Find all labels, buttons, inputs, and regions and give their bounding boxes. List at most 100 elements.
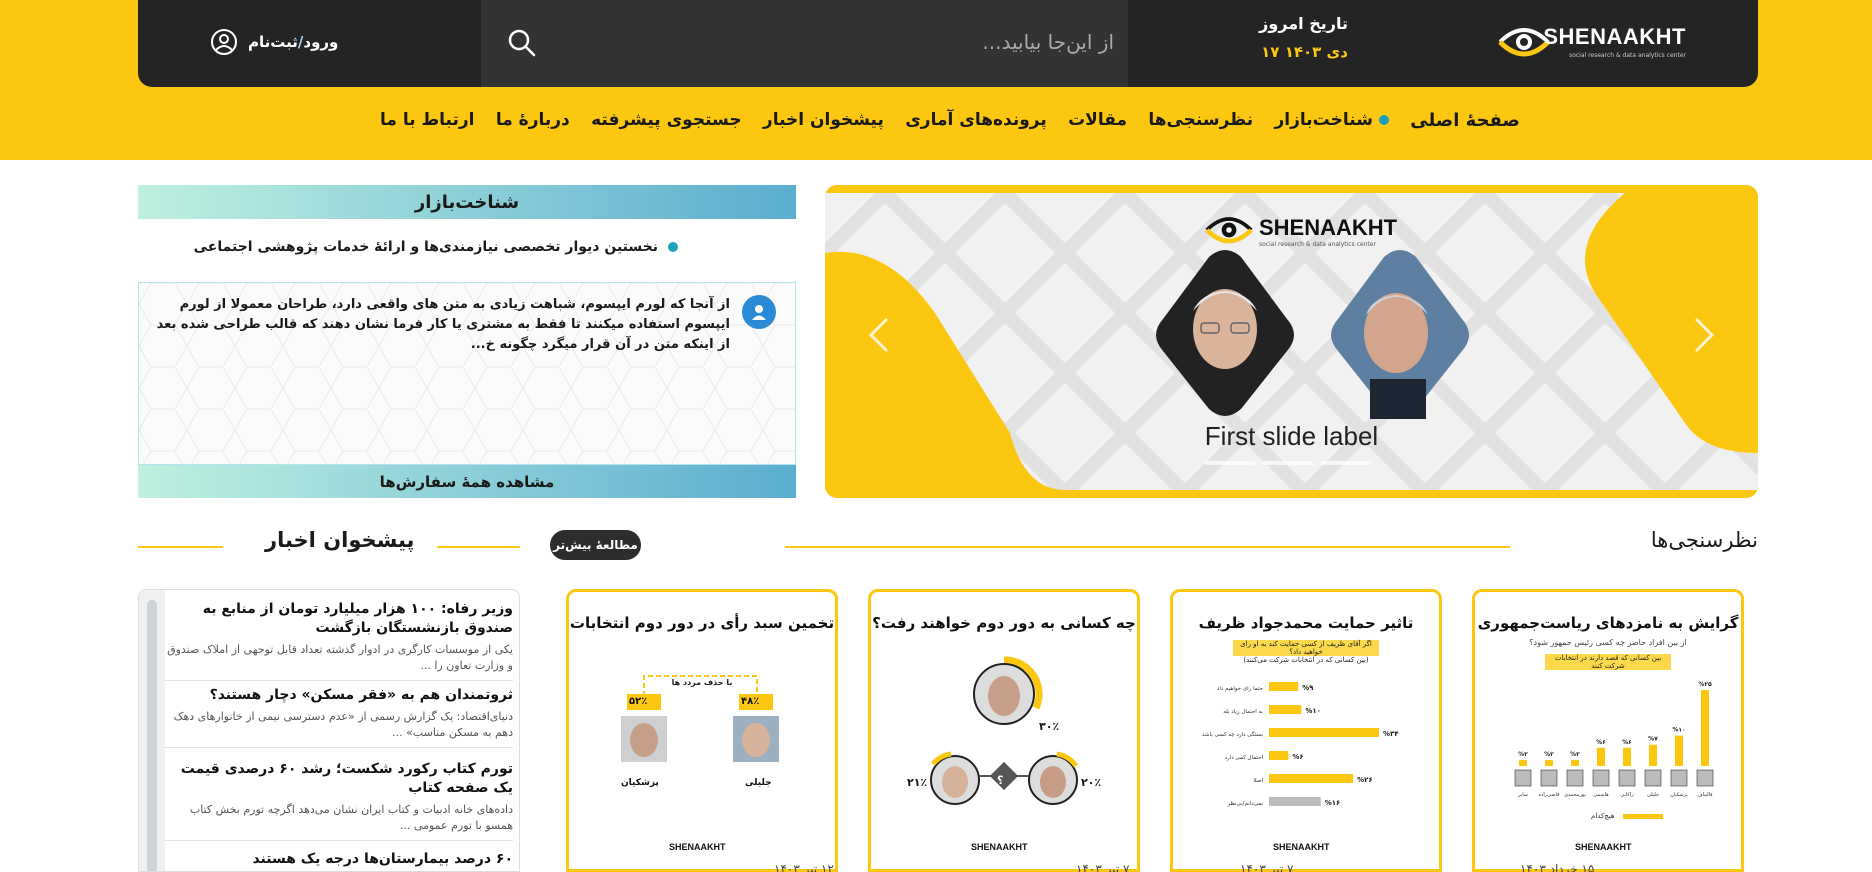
candidate-photo [1592, 769, 1610, 787]
slide-indicator[interactable] [1263, 461, 1313, 465]
runoff-graphic [930, 656, 1079, 805]
poll-bar-value: %۷ [1648, 736, 1658, 743]
poll-bar-value: %۱۰ [1305, 707, 1321, 715]
news-item[interactable]: ۶۰ درصد بیمارستان‌ها درجه یک هستند [165, 850, 513, 871]
logo-text: SHENAAKHT [1543, 24, 1686, 49]
poll-bar-label: پزشکیان [1670, 792, 1688, 798]
poll-bar-label: اصلا [1254, 778, 1264, 784]
bullet-dot-icon [668, 242, 678, 252]
news-item-body: دنیای‌اقتصاد: یک گزارش رسمی از «عدم دستر… [173, 710, 513, 739]
site-logo[interactable]: SHENAAKHT social research & data analyti… [1498, 20, 1686, 64]
poll-bar-label: احتمال کمی دارد [1225, 754, 1264, 761]
nav-home[interactable]: صفحهٔ اصلی [1410, 110, 1520, 131]
polls-divider [785, 546, 1510, 548]
poll-card-note: بین کسانی که قصد دارند در انتخابات شرکت … [1545, 654, 1671, 670]
news-item[interactable]: ثروتمندان هم به «فقر مسکن» دچار هستند؟ د… [165, 686, 513, 748]
slide-logo-text: SHENAAKHT [1259, 215, 1398, 240]
slide-indicator[interactable] [1321, 461, 1371, 465]
candidate-photo [1566, 769, 1584, 787]
slide-logo: SHENAAKHT social research & data analyti… [1205, 211, 1397, 253]
poll-bar-value: %۲ [1518, 751, 1528, 758]
user-icon [752, 305, 766, 320]
nav-polls[interactable]: نظرسنجی‌ها [1148, 110, 1253, 130]
hero-slider: SHENAAKHT social research & data analyti… [825, 185, 1758, 498]
today-date: تاریخ امروز ۱۷ دی ۱۴۰۳ [1259, 14, 1348, 61]
date-label: تاریخ امروز [1259, 14, 1348, 33]
market-post[interactable]: از آنجا که لورم ایپسوم، شباهت زیادی به م… [156, 295, 776, 355]
news-divider-right [437, 546, 520, 548]
poll-bar-label: قاضی‌زاده [1539, 792, 1561, 798]
candidate-photo [1670, 769, 1688, 787]
login-link[interactable]: ورود [303, 33, 338, 51]
poll-bar [1269, 705, 1302, 714]
market-description: نخستین دیوار تخصصی نیازمندی‌ها و ارائهٔ … [194, 239, 678, 255]
candidate-photo [1514, 769, 1532, 787]
news-item[interactable]: تورم کتاب رکورد شکست؛ رشد ۶۰ درصدی قیمت … [165, 760, 513, 841]
top-bar: SHENAAKHT social research & data analyti… [138, 0, 1758, 87]
poll-bar-value: %۳۴ [1383, 730, 1399, 738]
nav-news[interactable]: پیشخوان اخبار [763, 110, 884, 130]
login-register[interactable]: ورود/ثبت‌نام [210, 28, 338, 56]
news-divider-left [138, 546, 223, 548]
slider-prev-arrow-icon[interactable] [865, 315, 895, 355]
view-all-orders-button[interactable]: مشاهده همهٔ سفارش‌ها [138, 465, 796, 498]
poll-bar [1269, 728, 1379, 737]
poll-bar-label: پورمحمدی [1564, 792, 1586, 798]
register-link[interactable]: ثبت‌نام [248, 33, 298, 51]
poll-card-note: (بین کسانی که در انتخابات شرکت می‌کنند) [1243, 656, 1369, 664]
nav-market[interactable]: شناخت‌بازار [1274, 110, 1389, 130]
slide-label: First slide label [1204, 421, 1379, 451]
slide-logo-tagline: social research & data analytics center [1259, 241, 1376, 248]
poll-card-subtitle: اگر آقای ظریف از کسی حمایت کند به او رای… [1233, 640, 1379, 656]
slide: SHENAAKHT social research & data analyti… [825, 193, 1758, 490]
card-logo: SHENAAKHT [669, 842, 726, 852]
poll-card[interactable]: گرایش به نامزدهای ریاست‌جمهوری از بین اف… [1472, 589, 1744, 872]
date-value: ۱۷ دی ۱۴۰۳ [1261, 43, 1348, 61]
market-post-text: از آنجا که لورم ایپسوم، شباهت زیادی به م… [156, 297, 730, 352]
candidate-photo [1618, 769, 1636, 787]
slider-indicators [1205, 461, 1375, 465]
poll-bar-value: %۲۶ [1357, 776, 1373, 784]
card-logo: SHENAAKHT [971, 842, 1028, 852]
poll-bar-chart: %۲۵ قالیباف %۱۰ پزشکیان %۷ جلیلی %۶ زاکانی %۶ هاش… [1514, 681, 1714, 798]
nav-contact[interactable]: ارتباط با ما [380, 110, 475, 130]
candidate-photo [1644, 769, 1662, 787]
nav-about[interactable]: دربارهٔ ما [496, 110, 570, 130]
avatar [742, 295, 776, 329]
poll-card[interactable]: تخمین سبد رأی در دور دوم انتخابات با حذف… [566, 589, 838, 872]
news-item-body: یکی از موسسات کارگری در ادوار گذشته تعدا… [167, 643, 513, 672]
candidate-photo [1696, 769, 1714, 787]
poll-bar [1623, 747, 1631, 766]
poll-card[interactable]: چه کسانی به دور دوم خواهند رفت؟ ۳۰٪ ؟ ۲۱… [868, 589, 1140, 872]
poll-extra-bar [1623, 814, 1663, 819]
nav-files[interactable]: پرونده‌های آماری [905, 110, 1047, 130]
poll-bar-value: %۶ [1596, 739, 1606, 746]
poll-bar [1649, 744, 1657, 766]
logo-tagline: social research & data analytics center [1569, 52, 1686, 59]
nav-search[interactable]: جستجوی پیشرفته [591, 110, 741, 130]
slide-indicator[interactable] [1205, 461, 1255, 465]
news-section-title: پیشخوان اخبار [265, 528, 415, 552]
poll-bar-label: بستگی دارد چه کسی باشد [1202, 731, 1263, 738]
poll-bar-label: نمی‌دانم/بی‌نظر [1226, 801, 1263, 807]
nav-articles[interactable]: مقالات [1068, 110, 1127, 130]
search-icon[interactable] [507, 28, 537, 58]
search-input[interactable] [554, 22, 1114, 62]
news-item[interactable]: وزیر رفاه: ۱۰۰ هزار میلیارد تومان از منا… [165, 600, 513, 681]
live-dot-icon [1378, 115, 1389, 125]
market-title: شناخت‌بازار [414, 191, 520, 213]
poll-value-top: ۳۰٪ [1039, 720, 1060, 733]
slider-next-arrow-icon[interactable] [1688, 315, 1718, 355]
scrollbar-thumb[interactable] [147, 600, 157, 871]
poll-card-subtitle: از بین افراد حاضر چه کسی رئیس جمهور شود؟ [1529, 638, 1687, 647]
scrollbar-track[interactable] [139, 590, 165, 871]
poll-value-right: ۲۰٪ [1081, 776, 1102, 789]
poll-bar [1675, 735, 1683, 766]
poll-bar-value: %۱۶ [1325, 799, 1341, 807]
poll-card[interactable]: تاثیر حمایت محمدجواد ظریف اگر آقای ظریف … [1170, 589, 1442, 872]
news-list: وزیر رفاه: ۱۰۰ هزار میلیارد تومان از منا… [138, 589, 520, 872]
read-more-button[interactable]: مطالعهٔ بیش‌تر [550, 530, 641, 560]
eye-logo-icon [1205, 217, 1253, 244]
market-header: شناخت‌بازار [138, 185, 796, 219]
card-logo: SHENAAKHT [1273, 842, 1330, 852]
